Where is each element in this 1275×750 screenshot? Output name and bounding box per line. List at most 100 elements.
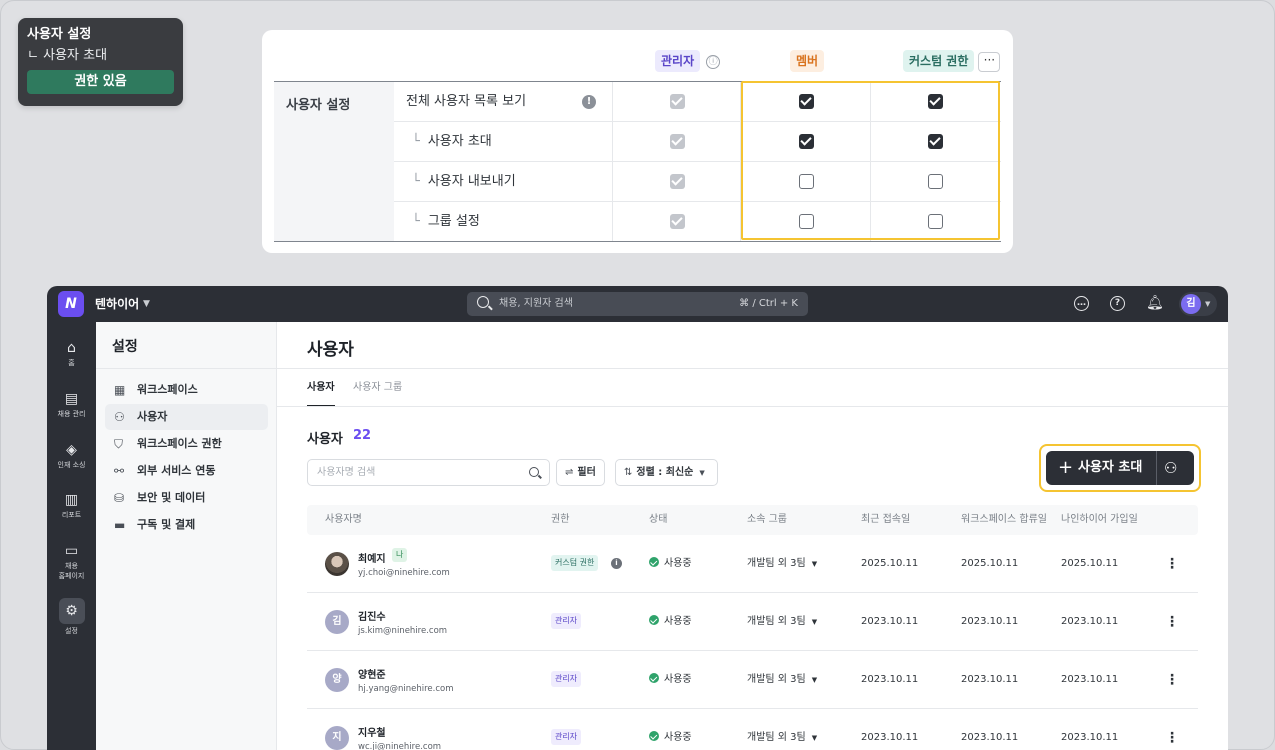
sidebar-item-workspace[interactable]: ▦ 워크스페이스 bbox=[105, 377, 268, 403]
check-circle-icon bbox=[649, 615, 659, 625]
more-vertical-icon[interactable]: ⋮ bbox=[1165, 535, 1179, 593]
column-header[interactable]: 워크스페이스 합류일 bbox=[961, 505, 1047, 535]
tab-user-groups[interactable]: 사용자 그룹 bbox=[353, 378, 402, 393]
rail-item-recruiting[interactable]: ▤ 채용 관리 bbox=[47, 391, 96, 419]
permission-label: 그룹 설정 bbox=[427, 214, 480, 229]
column-header[interactable]: 소속 그룹 bbox=[747, 505, 787, 535]
role-tag-custom: 커스텀 권한 bbox=[903, 50, 975, 72]
status: 사용중 bbox=[649, 651, 692, 709]
main-content: 사용자 사용자 사용자 그룹 사용자 22 사용자명 검색 ⇌ 필터 ⇅ 정렬 : … bbox=[277, 322, 1228, 750]
callout-subtitle: ㄴ 사용자 초대 bbox=[27, 48, 108, 63]
chevron-down-icon: ▼ bbox=[811, 676, 818, 684]
signup-date: 2023.10.11 bbox=[1061, 674, 1119, 685]
checkbox-admin bbox=[670, 214, 685, 229]
signup-date: 2023.10.11 bbox=[1061, 732, 1119, 743]
user-name: 양현준 bbox=[358, 670, 386, 681]
callout-badge: 권한 있음 bbox=[27, 70, 174, 94]
me-badge: 나 bbox=[392, 548, 408, 562]
bar-chart-icon: ▥ bbox=[64, 492, 79, 508]
button-separator bbox=[1156, 451, 1157, 485]
rail-item-home[interactable]: ⌂ 홈 bbox=[47, 340, 96, 368]
title-divider bbox=[277, 368, 1228, 369]
role-tag-admin: 관리자 bbox=[655, 50, 701, 72]
share-icon: ⚯ bbox=[114, 464, 125, 478]
group-select[interactable]: 개발팀 외 3팀 ▼ bbox=[747, 651, 817, 709]
role-header-admin: 관리자 ⓘ bbox=[655, 50, 721, 74]
info-icon[interactable]: i bbox=[611, 558, 622, 569]
invite-user-button[interactable]: + 사용자 초대 ⚇ bbox=[1046, 451, 1194, 485]
warning-icon[interactable]: ! bbox=[582, 95, 596, 109]
avatar bbox=[325, 552, 349, 576]
group-select[interactable]: 개발팀 외 3팀 ▼ bbox=[747, 709, 817, 750]
sort-button[interactable]: ⇅ 정렬 : 최신순 ▼ bbox=[615, 459, 718, 486]
signup-date: 2023.10.11 bbox=[1061, 616, 1119, 627]
group-select[interactable]: 개발팀 외 3팀 ▼ bbox=[747, 593, 817, 651]
workspace-joined: 2023.10.11 bbox=[961, 616, 1019, 627]
sort-icon: ⇅ bbox=[624, 467, 633, 478]
status: 사용중 bbox=[649, 709, 692, 750]
more-vertical-icon[interactable]: ⋮ bbox=[1165, 709, 1179, 750]
column-header[interactable]: 권한 bbox=[551, 505, 569, 535]
rail-item-report[interactable]: ▥ 리포트 bbox=[47, 492, 96, 520]
user-menu[interactable]: 김 ▼ bbox=[1179, 292, 1217, 316]
user-email: wc.ji@ninehire.com bbox=[358, 742, 442, 750]
table-row[interactable]: 양 양현준 hj.yang@ninehire.com 관리자 사용중 개발팀 외… bbox=[307, 651, 1198, 709]
rail-item-sourcing[interactable]: ◈ 인재 소싱 bbox=[47, 442, 96, 470]
user-upload-icon[interactable]: ⚇ bbox=[1164, 451, 1177, 485]
avatar: 지 bbox=[325, 726, 349, 750]
global-search[interactable]: 채용, 지원자 검색 ⌘ / Ctrl + K bbox=[467, 292, 808, 316]
sidebar-item-permissions[interactable]: ⛉ 워크스페이스 권한 bbox=[105, 431, 268, 457]
sidebar-item-users[interactable]: ⚇ 사용자 bbox=[105, 404, 268, 430]
permission-label: 사용자 초대 bbox=[427, 134, 492, 149]
tab-users[interactable]: 사용자 bbox=[307, 378, 335, 393]
layers-icon: ◈ bbox=[66, 442, 77, 458]
rail-item-settings[interactable]: ⚙ 설정 bbox=[47, 598, 96, 636]
user-email: yj.choi@ninehire.com bbox=[358, 568, 450, 578]
more-vertical-icon[interactable]: ⋮ bbox=[1165, 651, 1179, 709]
elbow-icon: └ bbox=[412, 174, 420, 189]
more-icon[interactable]: ··· bbox=[978, 51, 1001, 72]
user-count-label: 사용자 bbox=[307, 432, 343, 447]
logo-icon[interactable]: N bbox=[58, 291, 84, 317]
role-badge: 관리자 bbox=[551, 729, 582, 745]
avatar: 김 bbox=[325, 610, 349, 634]
column-header[interactable]: 나인하이어 가입일 bbox=[1061, 505, 1138, 535]
more-vertical-icon[interactable]: ⋮ bbox=[1165, 593, 1179, 651]
settings-sidebar: 설정 ▦ 워크스페이스 ⚇ 사용자 ⛉ 워크스페이스 권한 ⚯ 외부 서비스 연동 ⛁ 보… bbox=[96, 322, 277, 750]
column-header[interactable]: 최근 접속일 bbox=[861, 505, 910, 535]
rail-item-career-site[interactable]: ▭ 채용 홈페이지 bbox=[47, 543, 96, 581]
sidebar-title: 설정 bbox=[112, 339, 138, 355]
filter-button[interactable]: ⇌ 필터 bbox=[556, 459, 605, 486]
group-select[interactable]: 개발팀 외 3팀 ▼ bbox=[747, 535, 817, 593]
user-search-input[interactable]: 사용자명 검색 bbox=[307, 459, 550, 486]
status: 사용중 bbox=[649, 593, 692, 651]
workspace-joined: 2023.10.11 bbox=[961, 732, 1019, 743]
page-title: 사용자 bbox=[307, 340, 354, 360]
nav-rail: ⌂ 홈 ▤ 채용 관리 ◈ 인재 소싱 ▥ 리포트 ▭ 채용 홈페이지 ⚙ 설정 bbox=[47, 322, 96, 750]
search-icon bbox=[477, 296, 489, 308]
bell-icon[interactable]: 🔔︎ bbox=[1146, 295, 1164, 311]
sidebar-item-integrations[interactable]: ⚯ 외부 서비스 연동 bbox=[105, 458, 268, 484]
search-shortcut: ⌘ / Ctrl + K bbox=[739, 298, 798, 309]
top-bar: N 텐하이어 ▼ 채용, 지원자 검색 ⌘ / Ctrl + K … ? 🔔︎ … bbox=[47, 286, 1228, 322]
plus-icon: + bbox=[1058, 457, 1074, 478]
table-row[interactable]: 지 지우철 wc.ji@ninehire.com 관리자 사용중 개발팀 외 3… bbox=[307, 709, 1198, 750]
table-row[interactable]: 최예지 나 yj.choi@ninehire.com 커스텀 권한 i 사용중 … bbox=[307, 535, 1198, 593]
table-row[interactable]: 김 김진수 js.kim@ninehire.com 관리자 사용중 개발팀 외 … bbox=[307, 593, 1198, 651]
filter-icon: ⇌ bbox=[565, 467, 574, 478]
table-header: 사용자명 권한 상태 소속 그룹 최근 접속일 워크스페이스 합류일 나인하이어… bbox=[307, 505, 1198, 535]
chat-icon[interactable]: … bbox=[1074, 296, 1089, 311]
workspace-name[interactable]: 텐하이어 bbox=[95, 286, 139, 322]
sidebar-item-billing[interactable]: ▬ 구독 및 결제 bbox=[105, 512, 268, 538]
role-badge: 커스텀 권한 bbox=[551, 555, 599, 571]
invite-label: 사용자 초대 bbox=[1078, 460, 1143, 475]
chevron-down-icon[interactable]: ▼ bbox=[143, 286, 150, 322]
sidebar-item-security[interactable]: ⛁ 보안 및 데이터 bbox=[105, 485, 268, 511]
elbow-icon: └ bbox=[412, 214, 420, 229]
info-icon[interactable]: ⓘ bbox=[706, 54, 721, 69]
shield-icon: ⛉ bbox=[114, 437, 124, 451]
help-icon[interactable]: ? bbox=[1110, 296, 1125, 311]
permission-label: 사용자 내보내기 bbox=[427, 174, 516, 189]
column-header[interactable]: 상태 bbox=[649, 505, 667, 535]
column-header[interactable]: 사용자명 bbox=[325, 505, 362, 535]
